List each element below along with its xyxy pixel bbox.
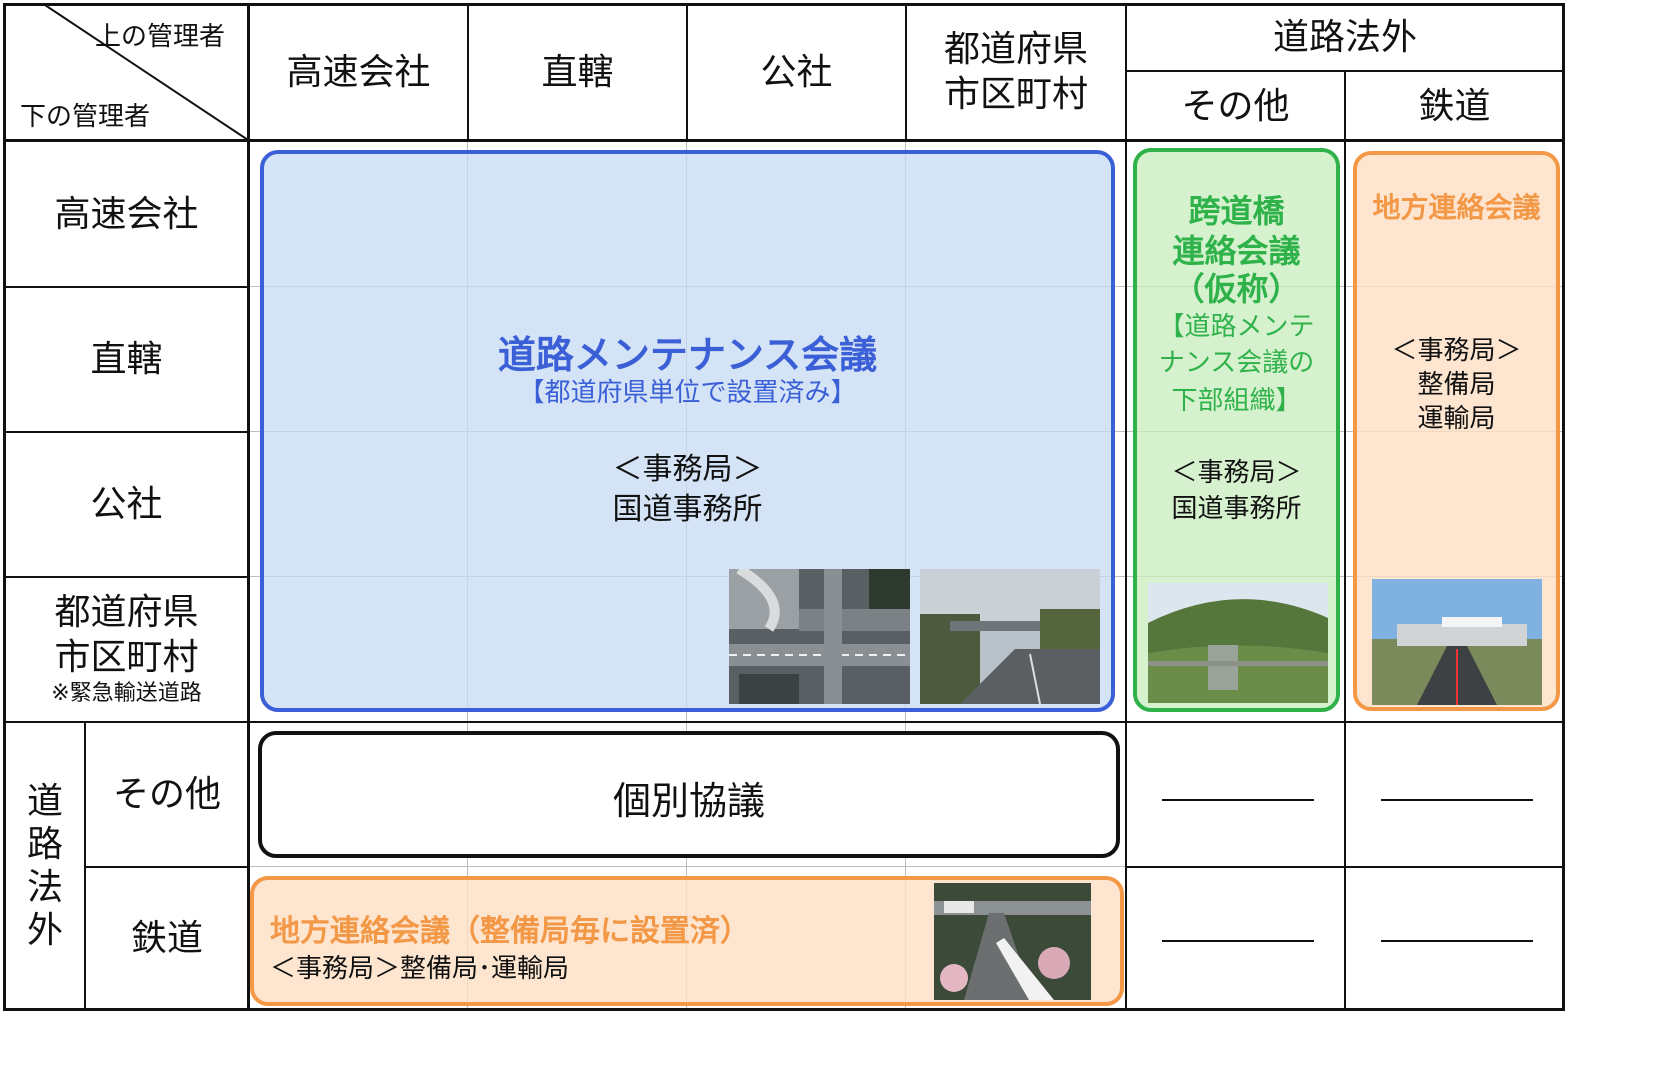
col-header-expressway: 高速会社	[250, 4, 467, 140]
overpass-sub-line2: ナンス会議の	[1158, 348, 1315, 378]
grid-line	[3, 721, 1565, 723]
overpass-road-photo	[920, 569, 1100, 704]
individual-consultation-title: 個別協議	[612, 779, 765, 823]
grid-border	[3, 3, 6, 1011]
row-header-expressway: 高速会社	[5, 142, 248, 286]
grid-line	[3, 286, 248, 288]
regional-right-office-line2: 運輸局	[1417, 404, 1496, 434]
overpass-sub-line3: 下部組織】	[1171, 386, 1302, 416]
row-header-railway: 鉄道	[86, 867, 248, 1010]
regional-bottom-office: ＜事務局＞整備局･運輸局	[270, 954, 570, 984]
col-header-prefecture-line1: 都道府県	[943, 29, 1088, 70]
grid-line	[248, 866, 1128, 867]
grid-line	[3, 431, 248, 433]
grid-line	[1125, 3, 1127, 1011]
maintenance-office: 国道事務所	[612, 492, 763, 527]
col-header-railway: 鉄道	[1346, 72, 1563, 140]
grid-line	[1127, 866, 1563, 868]
grid-line	[3, 576, 248, 578]
row-header-outside-char: 道	[26, 780, 63, 822]
col-header-prefecture-line2: 市区町村	[943, 74, 1088, 115]
railway-overpass-photo	[1372, 579, 1542, 705]
not-applicable-dash	[1381, 940, 1533, 942]
grid-border	[3, 3, 1565, 6]
row-header-other: その他	[86, 722, 248, 866]
regional-bottom-title: 地方連絡会議（整備局毎に設置済）	[270, 914, 750, 949]
grid-line	[1344, 70, 1346, 1011]
grid-line	[85, 866, 248, 868]
corner-diagonal	[44, 5, 248, 140]
row-header-prefecture-line2: 市区町村	[54, 637, 199, 679]
grid-line	[467, 3, 469, 140]
maintenance-meeting-title: 道路メンテナンス会議	[497, 333, 878, 377]
regional-right-title: 地方連絡会議	[1372, 191, 1541, 224]
row-header-public-corp: 公社	[5, 432, 248, 576]
not-applicable-dash	[1381, 799, 1533, 801]
grid-border	[3, 1008, 1565, 1011]
grid-line-rowheader	[247, 3, 250, 1011]
row-header-outside-char: 法	[26, 867, 63, 908]
rail-track-photo	[934, 883, 1091, 1000]
row-header-outside-road-law: 道 路 法 外	[5, 722, 85, 1010]
regional-right-office-label: ＜事務局＞	[1391, 336, 1522, 366]
row-header-prefecture: 都道府県 市区町村 ※緊急輸送道路	[5, 577, 248, 721]
col-header-outside-road-law: 道路法外	[1127, 4, 1563, 70]
not-applicable-dash	[1162, 940, 1314, 942]
grid-line	[686, 3, 688, 140]
grid-line	[905, 3, 907, 140]
row-header-emergency-note: ※緊急輸送道路	[51, 681, 202, 707]
col-header-direct: 直轄	[469, 4, 686, 140]
grid-line-header	[3, 139, 1565, 142]
maintenance-meeting-subtitle: 【都道府県単位で設置済み】	[518, 378, 857, 408]
management-matrix: 上の管理者 下の管理者 高速会社 直轄 公社 都道府県 市区町村 道路法外 その…	[0, 0, 1679, 1087]
row-header-outside-char: 路	[26, 823, 63, 865]
highway-bridge-photo	[1148, 583, 1328, 703]
col-header-public-corp: 公社	[688, 4, 905, 140]
urban-interchange-photo	[729, 569, 910, 704]
overpass-sub-line1: 【道路メンテ	[1158, 312, 1315, 342]
maintenance-office-label: ＜事務局＞	[612, 452, 763, 487]
col-header-prefecture: 都道府県 市区町村	[907, 4, 1125, 140]
row-header-outside-char: 外	[26, 910, 63, 952]
col-header-other: その他	[1127, 72, 1344, 140]
grid-border	[1562, 3, 1565, 1011]
overpass-office-label: ＜事務局＞	[1171, 458, 1302, 488]
not-applicable-dash	[1162, 799, 1314, 801]
regional-right-office-line1: 整備局	[1417, 370, 1496, 400]
row-header-prefecture-line1: 都道府県	[54, 592, 199, 634]
overpass-office: 国道事務所	[1171, 494, 1302, 524]
row-header-direct: 直轄	[5, 287, 248, 431]
grid-line	[1127, 70, 1563, 72]
overpass-title-line3: （仮称）	[1172, 270, 1301, 308]
grid-line	[84, 722, 86, 1010]
